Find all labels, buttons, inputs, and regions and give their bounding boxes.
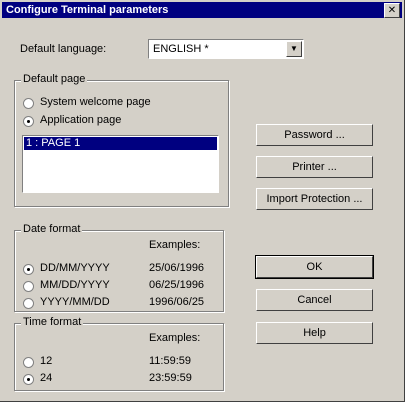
radio-system-welcome-page[interactable]: [23, 98, 34, 109]
mmddyyyy-example: 06/25/1996: [149, 279, 205, 291]
page-listbox[interactable]: 1 : PAGE 1: [22, 135, 219, 193]
radio-yyyymmdd[interactable]: [23, 298, 34, 309]
default-language-value: ENGLISH *: [153, 43, 209, 55]
configure-terminal-dialog: Configure Terminal parameters ✕ Default …: [0, 0, 405, 402]
password-button[interactable]: Password ...: [256, 124, 373, 146]
24-hour-label[interactable]: 24: [40, 372, 52, 384]
cancel-button[interactable]: Cancel: [256, 289, 373, 311]
default-language-select[interactable]: ENGLISH * ▼: [148, 39, 304, 59]
list-item[interactable]: 1 : PAGE 1: [24, 137, 217, 150]
ddmmyyyy-label[interactable]: DD/MM/YYYY: [40, 262, 110, 274]
default-language-label: Default language:: [20, 43, 107, 55]
system-welcome-page-label[interactable]: System welcome page: [40, 96, 151, 108]
default-page-legend: Default page: [21, 73, 88, 85]
printer-button[interactable]: Printer ...: [256, 156, 373, 178]
dropdown-arrow-button[interactable]: ▼: [286, 41, 302, 57]
application-page-label[interactable]: Application page: [40, 114, 121, 126]
radio-12-hour[interactable]: [23, 357, 34, 368]
date-examples-header: Examples:: [149, 239, 201, 251]
12-hour-example: 11:59:59: [149, 355, 192, 367]
close-icon: ✕: [387, 5, 397, 16]
12-hour-label[interactable]: 12: [40, 355, 52, 367]
help-button[interactable]: Help: [256, 322, 373, 344]
window-title: Configure Terminal parameters: [6, 4, 169, 16]
radio-application-page[interactable]: [23, 116, 34, 127]
date-format-legend: Date format: [21, 223, 83, 235]
title-bar[interactable]: Configure Terminal parameters ✕: [2, 2, 402, 18]
24-hour-example: 23:59:59: [149, 372, 192, 384]
time-format-legend: Time format: [21, 316, 84, 328]
import-protection-button[interactable]: Import Protection ...: [256, 188, 373, 210]
radio-mmddyyyy[interactable]: [23, 281, 34, 292]
yyyymmdd-example: 1996/06/25: [149, 296, 205, 308]
radio-24-hour[interactable]: [23, 374, 34, 385]
close-button[interactable]: ✕: [384, 3, 400, 18]
time-examples-header: Examples:: [149, 332, 201, 344]
mmddyyyy-label[interactable]: MM/DD/YYYY: [40, 279, 110, 291]
yyyymmdd-label[interactable]: YYYY/MM/DD: [40, 296, 110, 308]
radio-ddmmyyyy[interactable]: [23, 264, 34, 275]
ok-button[interactable]: OK: [255, 255, 374, 279]
ddmmyyyy-example: 25/06/1996: [149, 262, 205, 274]
chevron-down-icon: ▼: [290, 44, 298, 53]
